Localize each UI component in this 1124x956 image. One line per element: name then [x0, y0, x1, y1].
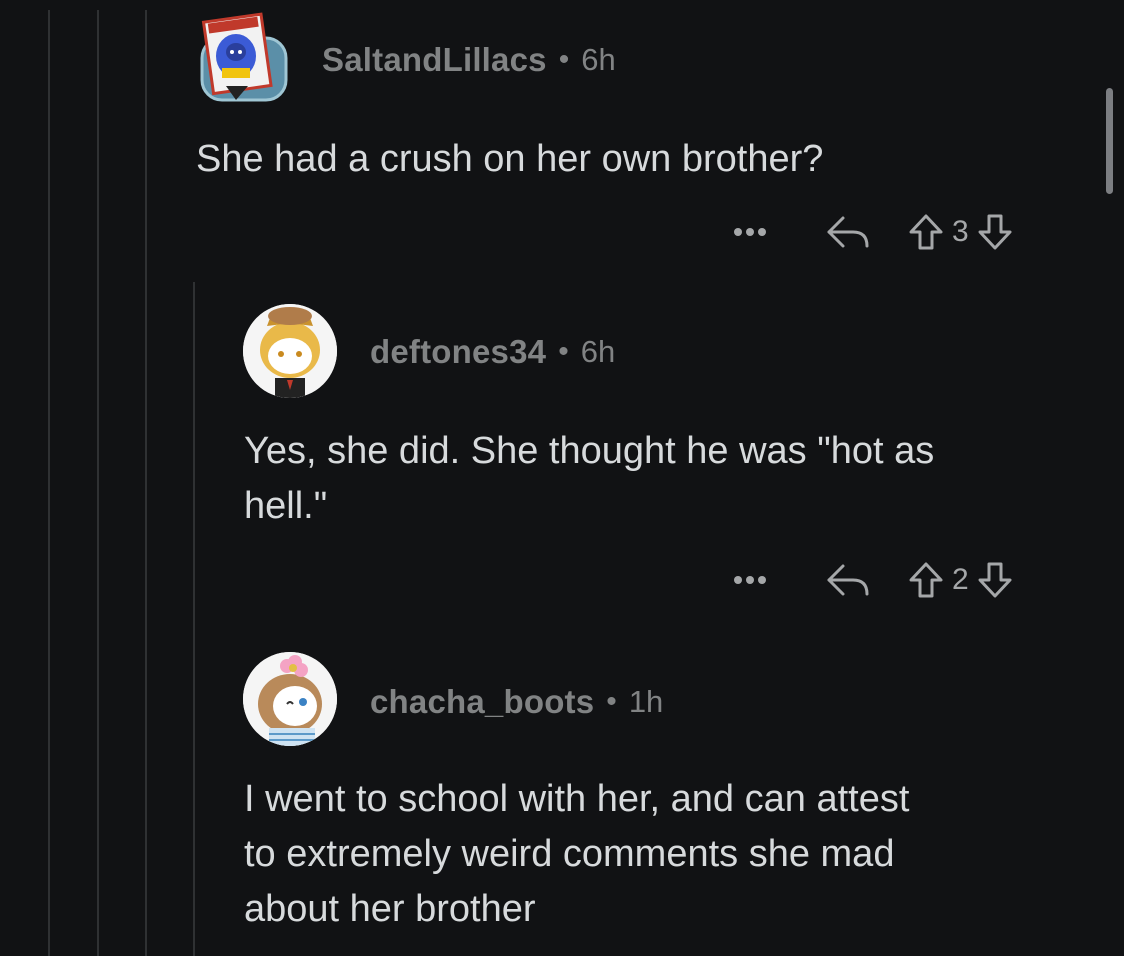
comment-body: I went to school with her, and can attes…	[244, 772, 909, 937]
more-options-button[interactable]	[730, 226, 774, 238]
downvote-icon	[978, 214, 1012, 250]
separator-dot: •	[558, 43, 570, 76]
comment-body: Yes, she did. She thought he was "hot as…	[244, 424, 934, 534]
timestamp: 1h	[628, 684, 664, 719]
comment-body-line: Yes, she did. She thought he was "hot as	[244, 430, 935, 472]
scrollbar[interactable]	[1106, 88, 1113, 194]
vote-count: 3	[952, 215, 969, 248]
downvote-icon	[978, 562, 1012, 598]
more-options-button[interactable]	[730, 574, 774, 586]
downvote-button[interactable]	[975, 212, 1015, 252]
separator-dot: •	[558, 335, 569, 368]
comment-body: She had a crush on her own brother?	[196, 132, 823, 187]
separator-dot: •	[606, 685, 617, 718]
thread-line-2[interactable]	[97, 10, 99, 956]
reply-button[interactable]	[824, 560, 872, 600]
comment-header: chacha_boots • 1h	[370, 680, 663, 724]
username[interactable]: deftones34	[370, 333, 546, 371]
snoo-avatar-shiba-hood-icon	[243, 304, 337, 398]
comment-body-line: to extremely weird comments she mad	[244, 833, 895, 875]
snoo-avatar-flower-hair-icon	[243, 652, 337, 746]
username[interactable]: SaltandLillacs	[322, 41, 547, 79]
downvote-button[interactable]	[975, 560, 1015, 600]
username[interactable]: chacha_boots	[370, 683, 594, 721]
comment-actions: 2	[730, 560, 1015, 600]
timestamp: 6h	[580, 334, 616, 369]
comment-header: SaltandLillacs • 6h	[322, 38, 616, 82]
upvote-button[interactable]	[906, 212, 946, 252]
avatar[interactable]	[243, 304, 337, 398]
comment-body-line: I went to school with her, and can attes…	[244, 778, 910, 820]
comment-header: deftones34 • 6h	[370, 330, 615, 374]
more-options-icon	[734, 576, 766, 584]
upvote-button[interactable]	[906, 560, 946, 600]
vote-count: 2	[952, 563, 969, 596]
reply-icon	[827, 564, 869, 596]
comment-body-line: about her brother	[244, 888, 536, 930]
reply-button[interactable]	[824, 212, 872, 252]
comment-body-line: She had a crush on her own brother?	[196, 138, 824, 180]
upvote-icon	[909, 214, 943, 250]
upvote-icon	[909, 562, 943, 598]
comment-actions: 3	[730, 212, 1015, 252]
reply-icon	[827, 216, 869, 248]
timestamp: 6h	[581, 42, 616, 77]
thread-line-3[interactable]	[145, 10, 147, 956]
avatar[interactable]	[196, 12, 292, 108]
more-options-icon	[734, 228, 766, 236]
avatar[interactable]	[243, 652, 337, 746]
thread-line-1[interactable]	[48, 10, 50, 956]
thread-line-4[interactable]	[193, 282, 195, 956]
snoo-avatar-blue-hood-icon	[200, 12, 288, 102]
comment-body-line: hell."	[244, 485, 328, 527]
